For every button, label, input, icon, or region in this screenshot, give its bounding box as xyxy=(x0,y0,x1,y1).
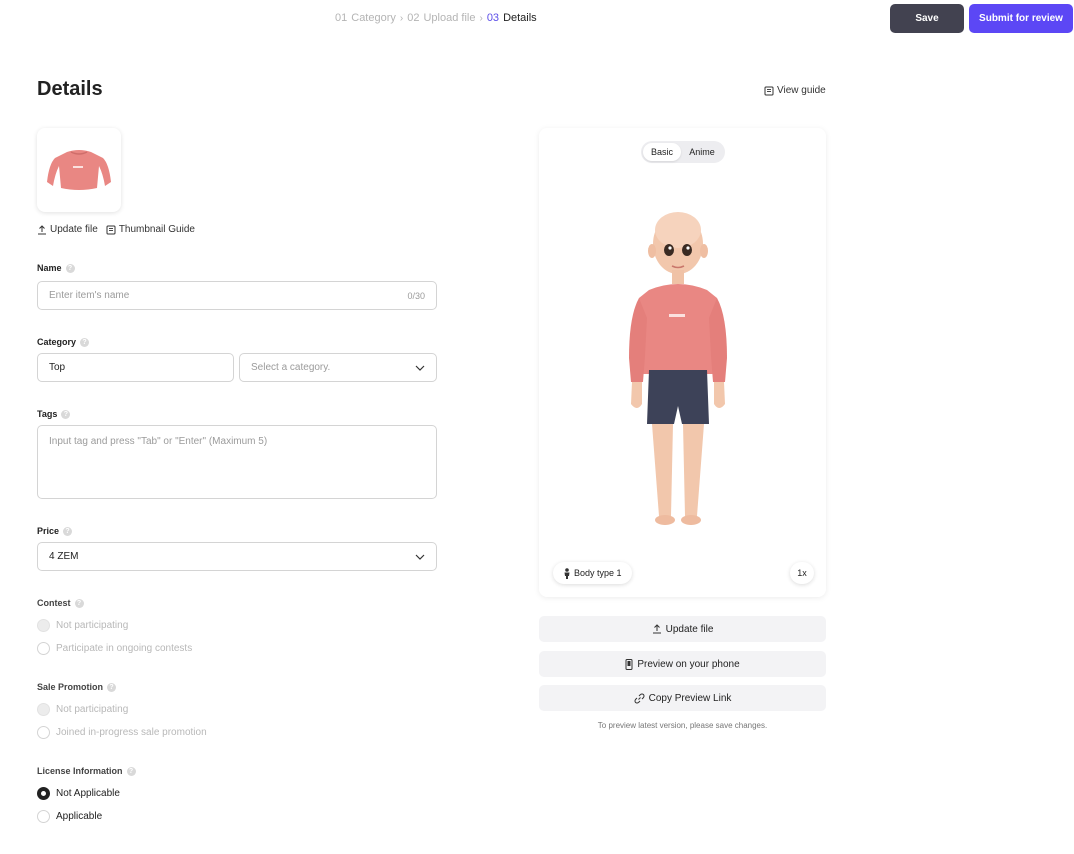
sweater-image xyxy=(47,150,111,190)
license-label-text: License Information xyxy=(37,766,123,776)
update-file-label: Update file xyxy=(665,623,714,635)
help-icon[interactable]: ? xyxy=(61,409,71,419)
item-thumbnail xyxy=(37,128,121,212)
help-icon[interactable]: ? xyxy=(65,263,75,273)
contest-option-label: Not participating xyxy=(56,620,129,631)
thumbnail-guide-label: Thumbnail Guide xyxy=(118,224,195,235)
tags-label: Tags ? xyxy=(37,409,71,419)
thumbnail-guide-link[interactable]: Thumbnail Guide xyxy=(106,224,195,235)
subcategory-select[interactable]: Select a category. xyxy=(239,353,437,382)
copy-preview-link-button[interactable]: Copy Preview Link xyxy=(539,685,826,711)
save-button[interactable]: Save xyxy=(890,4,964,33)
price-select[interactable]: 4 ZEM xyxy=(37,542,437,571)
radio-button xyxy=(37,726,50,739)
help-icon[interactable]: ? xyxy=(63,526,73,536)
license-option-label: Not Applicable xyxy=(56,788,120,799)
update-thumbnail-link[interactable]: Update file xyxy=(37,224,98,235)
chevron-right-icon: › xyxy=(399,12,404,24)
phone-icon xyxy=(625,658,633,670)
avatar-model[interactable] xyxy=(627,206,737,546)
name-label: Name ? xyxy=(37,263,75,273)
upload-icon xyxy=(38,224,46,234)
submit-for-review-button[interactable]: Submit for review xyxy=(969,4,1073,33)
name-input[interactable]: Enter item's name 0/30 xyxy=(37,281,437,310)
chevron-right-icon: › xyxy=(479,12,483,24)
sale-option-label: Not participating xyxy=(56,704,129,715)
name-label-text: Name xyxy=(37,263,62,273)
sale-option-not-participating: Not participating xyxy=(37,703,128,716)
category-value: Top xyxy=(49,362,66,373)
price-label: Price ? xyxy=(37,526,73,536)
tab-anime[interactable]: Anime xyxy=(681,143,723,161)
help-icon[interactable]: ? xyxy=(107,682,117,692)
name-char-counter: 0/30 xyxy=(407,290,425,301)
step-2-label[interactable]: Upload file xyxy=(423,12,475,24)
step-2-num: 02 xyxy=(407,12,420,24)
step-1-num: 01 xyxy=(335,12,348,24)
document-icon xyxy=(106,225,116,234)
contest-option-label: Participate in ongoing contests xyxy=(56,643,193,654)
help-icon[interactable]: ? xyxy=(80,337,90,347)
tags-placeholder: Input tag and press "Tab" or "Enter" (Ma… xyxy=(49,436,268,447)
subcategory-placeholder: Select a category. xyxy=(251,362,331,373)
upload-icon xyxy=(652,624,661,634)
tab-basic[interactable]: Basic xyxy=(643,143,681,161)
contest-label: Contest ? xyxy=(37,598,84,608)
preview-save-note: To preview latest version, please save c… xyxy=(597,721,768,730)
chevron-down-icon xyxy=(415,554,425,560)
copy-link-label: Copy Preview Link xyxy=(648,692,732,704)
help-icon[interactable]: ? xyxy=(74,598,84,608)
contest-option-participate: Participate in ongoing contests xyxy=(37,642,192,655)
person-icon xyxy=(564,567,570,579)
license-option-label: Applicable xyxy=(56,811,103,822)
help-icon[interactable]: ? xyxy=(126,766,136,776)
contest-option-not-participating: Not participating xyxy=(37,619,128,632)
radio-button xyxy=(37,619,50,632)
license-option-not-applicable[interactable]: Not Applicable xyxy=(37,787,120,800)
body-type-button[interactable]: Body type 1 xyxy=(553,562,632,584)
avatar-preview-panel: Basic Anime Body type 1 1x xyxy=(539,128,826,597)
tags-input[interactable]: Input tag and press "Tab" or "Enter" (Ma… xyxy=(37,425,437,499)
category-label: Category ? xyxy=(37,337,90,347)
page-title: Details xyxy=(37,78,103,100)
document-icon xyxy=(764,86,774,95)
license-label: License Information ? xyxy=(37,766,136,776)
radio-button xyxy=(37,642,50,655)
sale-promotion-label: Sale Promotion ? xyxy=(37,682,117,692)
contest-label-text: Contest xyxy=(37,598,71,608)
preview-on-phone-button[interactable]: Preview on your phone xyxy=(539,651,826,677)
category-field[interactable]: Top xyxy=(37,353,234,382)
update-file-button[interactable]: Update file xyxy=(539,616,826,642)
update-file-label: Update file xyxy=(50,224,98,235)
zoom-button[interactable]: 1x xyxy=(790,562,814,584)
radio-button xyxy=(37,703,50,716)
step-3-label: Details xyxy=(503,12,537,24)
radio-button[interactable] xyxy=(37,810,50,823)
price-label-text: Price xyxy=(37,526,60,536)
link-icon xyxy=(634,693,645,703)
tags-label-text: Tags xyxy=(37,409,58,419)
body-type-label: Body type 1 xyxy=(574,568,622,578)
breadcrumb: 01 Category › 02 Upload file › 03 Detail… xyxy=(335,12,537,24)
category-label-text: Category xyxy=(37,337,77,347)
name-placeholder: Enter item's name xyxy=(49,290,130,301)
price-value: 4 ZEM xyxy=(49,551,79,562)
thumbnail-actions: Update file Thumbnail Guide xyxy=(37,224,195,235)
style-toggle: Basic Anime xyxy=(641,141,725,163)
step-1-label[interactable]: Category xyxy=(351,12,396,24)
radio-button-checked[interactable] xyxy=(37,787,50,800)
view-guide-link[interactable]: View guide xyxy=(764,85,826,96)
sale-promotion-label-text: Sale Promotion xyxy=(37,682,104,692)
license-option-applicable[interactable]: Applicable xyxy=(37,810,102,823)
preview-phone-label: Preview on your phone xyxy=(637,658,740,670)
chevron-down-icon xyxy=(415,365,425,371)
step-3-num: 03 xyxy=(486,12,500,24)
sale-option-joined: Joined in-progress sale promotion xyxy=(37,726,207,739)
view-guide-label: View guide xyxy=(777,85,826,96)
sale-option-label: Joined in-progress sale promotion xyxy=(56,727,207,738)
